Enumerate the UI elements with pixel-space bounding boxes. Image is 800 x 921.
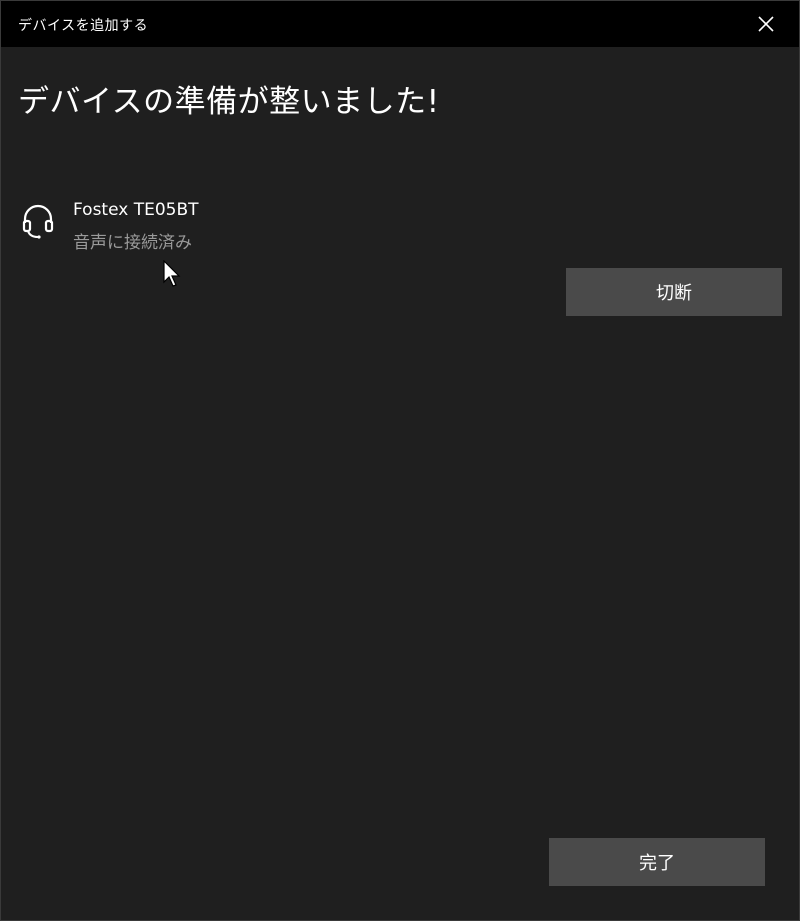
add-device-dialog: デバイスを追加する デバイスの準備が整いました! Fostex TE05BT 音… xyxy=(0,0,800,921)
title-bar: デバイスを追加する xyxy=(1,1,799,47)
window-title: デバイスを追加する xyxy=(18,18,149,34)
headset-icon xyxy=(22,204,54,239)
close-button[interactable] xyxy=(733,1,799,47)
close-icon xyxy=(758,16,774,32)
device-name: Fostex TE05BT xyxy=(73,200,199,220)
mouse-cursor-icon xyxy=(163,260,181,287)
device-status: 音声に接続済み xyxy=(73,233,192,253)
page-title: デバイスの準備が整いました! xyxy=(18,84,440,120)
device-item: Fostex TE05BT 音声に接続済み xyxy=(20,197,420,257)
disconnect-button[interactable]: 切断 xyxy=(566,268,782,316)
done-button[interactable]: 完了 xyxy=(549,838,765,886)
